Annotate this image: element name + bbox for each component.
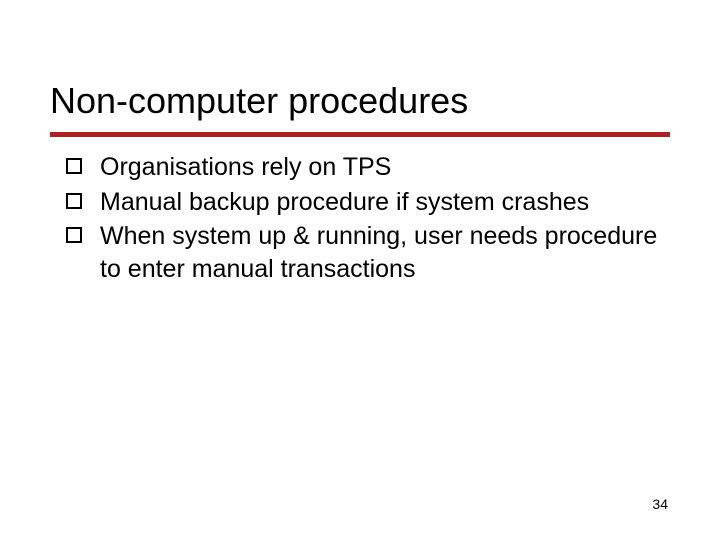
bullet-text: Organisations rely on TPS	[100, 153, 391, 181]
checkbox-icon	[66, 158, 82, 174]
bullet-text: Manual backup procedure if system crashe…	[100, 188, 589, 216]
checkbox-icon	[66, 227, 82, 243]
page-number: 34	[652, 496, 668, 512]
slide-container: Non-computer procedures Organisations re…	[0, 0, 720, 540]
bullet-list: Organisations rely on TPS Manual backup …	[50, 151, 670, 285]
bullet-text: When system up & running, user needs pro…	[100, 222, 657, 283]
checkbox-icon	[66, 193, 82, 209]
list-item: Organisations rely on TPS	[66, 151, 670, 184]
title-underline	[50, 132, 670, 137]
list-item: When system up & running, user needs pro…	[66, 220, 670, 285]
list-item: Manual backup procedure if system crashe…	[66, 186, 670, 219]
slide-title: Non-computer procedures	[50, 80, 670, 128]
